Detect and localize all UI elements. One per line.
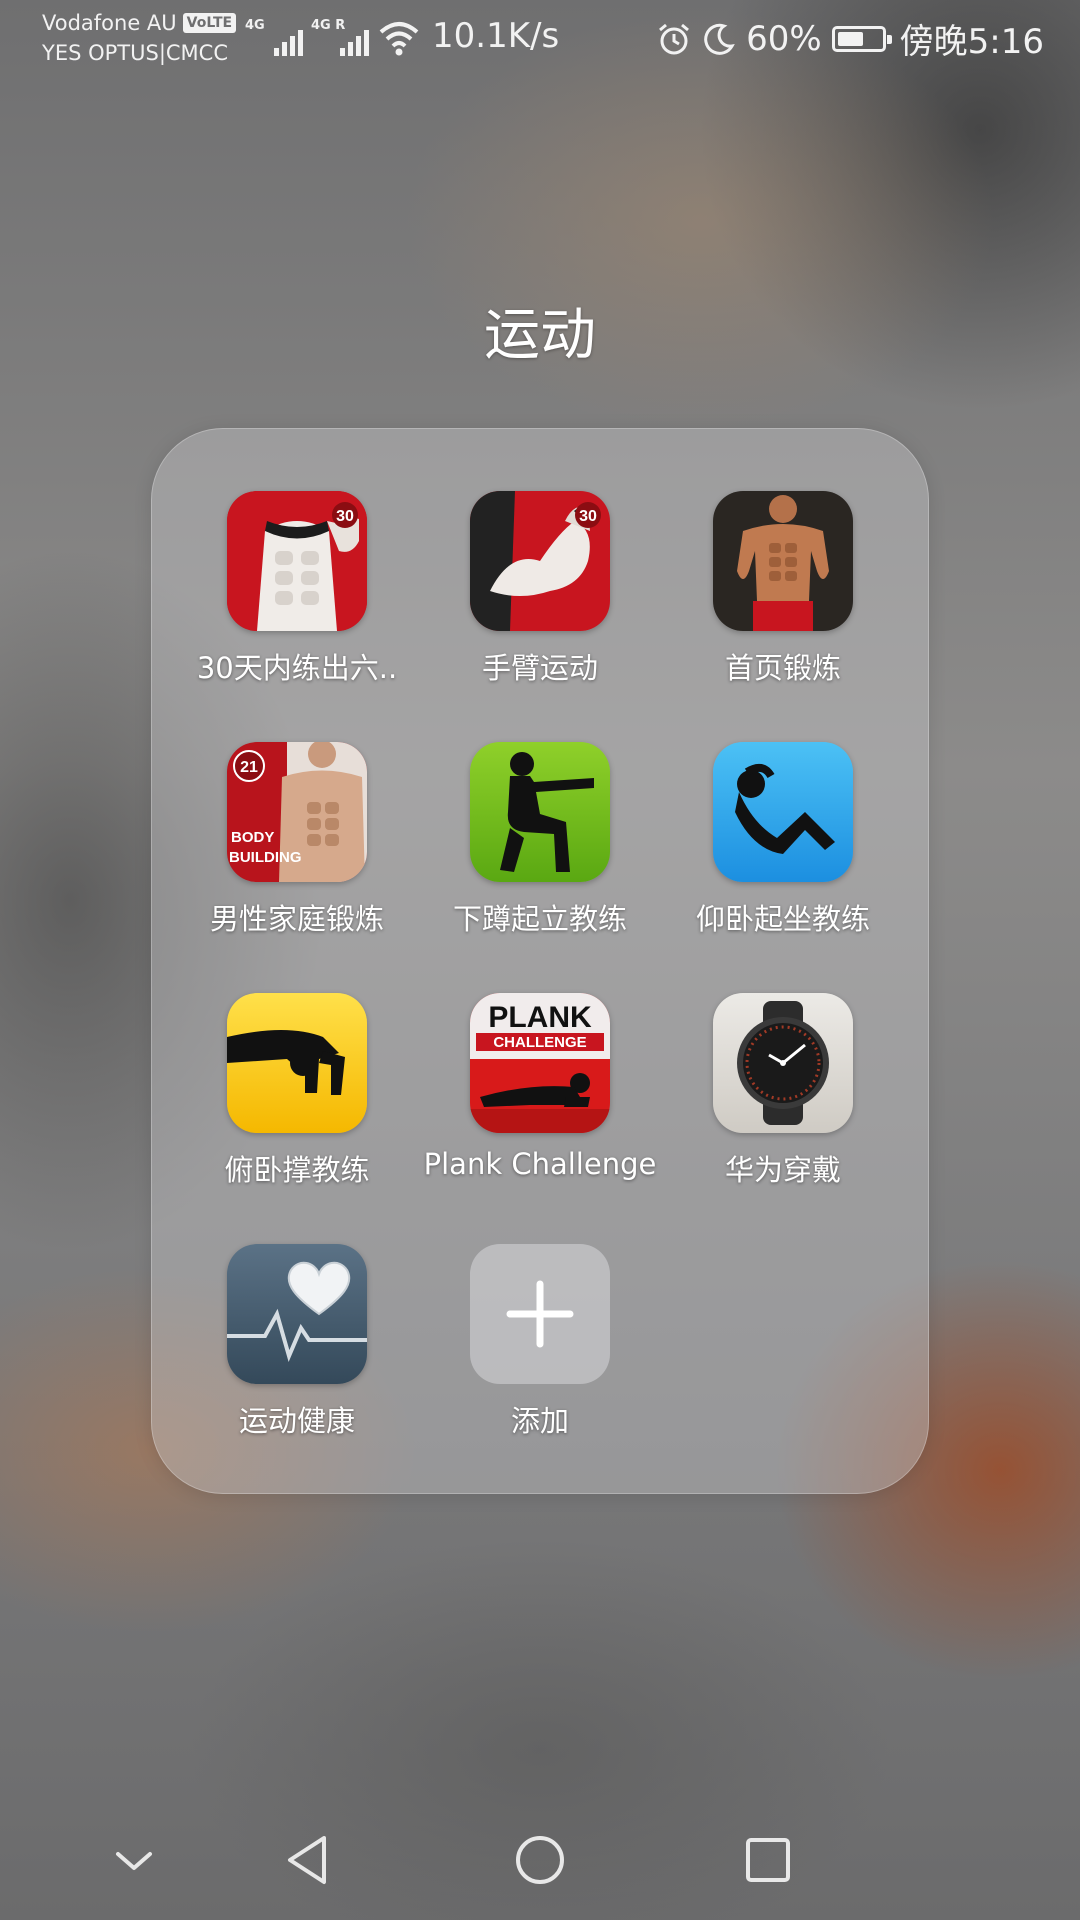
plank-challenge-icon: PLANK CHALLENGE (470, 993, 610, 1133)
moon-icon (704, 23, 735, 55)
health-heart-icon (227, 1244, 367, 1384)
app-health[interactable]: 运动健康 (176, 1244, 419, 1449)
app-arm-workout[interactable]: 30 手臂运动 (419, 491, 662, 696)
badge-30-text: 30 (579, 508, 597, 525)
app-folder: 30 30天内练出六.. 30 手臂运动 首页锻炼 21 BODY BUILDI… (151, 428, 929, 1494)
navigation-bar (0, 1800, 1080, 1920)
body-building-label: BODY (231, 829, 274, 846)
body-building-label: BUILDING (229, 849, 302, 866)
body-building-icon: 21 BODY BUILDING (227, 742, 367, 882)
hide-keys-chevron-icon[interactable] (102, 1828, 166, 1892)
app-label: 华为穿戴 (724, 1153, 841, 1187)
app-squat-coach[interactable]: 下蹲起立教练 (419, 742, 662, 947)
recents-square-icon[interactable] (736, 1828, 800, 1892)
plank-title-text: PLANK (488, 1001, 592, 1034)
plus-icon (470, 1244, 610, 1384)
signal-icon: 4G (245, 18, 303, 58)
signal-indicators: 4G 4G R (245, 14, 421, 58)
app-label: 男性家庭锻炼 (209, 902, 384, 936)
battery-fill (837, 31, 863, 46)
app-label: 下蹲起立教练 (452, 902, 627, 936)
plank-subtitle-text: CHALLENGE (493, 1034, 586, 1051)
app-plank-challenge[interactable]: PLANK CHALLENGE Plank Challenge (419, 993, 662, 1198)
app-label: Plank Challenge (423, 1147, 657, 1181)
battery-percent: 60% (746, 18, 822, 59)
huawei-wear-icon (713, 993, 853, 1133)
carrier-info: Vodafone AU VoLTE YES OPTUS|CMCC (42, 8, 237, 68)
back-triangle-icon[interactable] (276, 1828, 340, 1892)
signal-icon: 4G R (311, 18, 369, 58)
battery-icon (831, 25, 892, 52)
app-situp-coach[interactable]: 仰卧起坐教练 (662, 742, 905, 947)
six-pack-30-day-icon: 30 (227, 491, 367, 631)
add-app-button[interactable]: 添加 (419, 1244, 662, 1449)
app-pushup-coach[interactable]: 俯卧撑教练 (176, 993, 419, 1198)
folder-title[interactable]: 运动 (0, 290, 1080, 371)
home-workout-icon (713, 491, 853, 631)
carrier-name-2: YES OPTUS|CMCC (42, 41, 229, 65)
clock: 傍晚5:16 (899, 22, 1044, 62)
app-label: 仰卧起坐教练 (695, 902, 870, 936)
home-circle-icon[interactable] (508, 1828, 572, 1892)
app-huawei-wear[interactable]: 华为穿戴 (662, 993, 905, 1198)
volte-badge: VoLTE (182, 13, 237, 33)
app-grid: 30 30天内练出六.. 30 手臂运动 首页锻炼 21 BODY BUILDI… (152, 491, 928, 1449)
app-label: 首页锻炼 (724, 651, 841, 685)
network-speed: 10.1K/s (432, 16, 560, 56)
alarm-icon (659, 23, 690, 54)
app-body-building[interactable]: 21 BODY BUILDING 男性家庭锻炼 (176, 742, 419, 947)
wifi-icon (379, 22, 419, 56)
app-home-workout[interactable]: 首页锻炼 (662, 491, 905, 696)
arm-workout-icon: 30 (470, 491, 610, 631)
app-label: 运动健康 (238, 1404, 355, 1438)
squat-coach-icon (470, 742, 610, 882)
app-label: 俯卧撑教练 (224, 1153, 370, 1187)
status-right-group: 60% 傍晚5:16 (656, 14, 1044, 63)
app-label: 手臂运动 (481, 651, 598, 685)
app-label: 30天内练出六.. (196, 651, 398, 685)
app-six-pack-30-day[interactable]: 30 30天内练出六.. (176, 491, 419, 696)
badge-30-text: 30 (336, 508, 354, 525)
app-label: 添加 (510, 1404, 569, 1438)
pushup-coach-icon (227, 993, 367, 1133)
status-bar: Vodafone AU VoLTE YES OPTUS|CMCC 4G 4G R… (0, 0, 1080, 80)
network-type-label: 4G (245, 18, 265, 33)
carrier-name-1: Vodafone AU (42, 11, 177, 35)
situp-coach-icon (713, 742, 853, 882)
badge-21-text: 21 (240, 759, 258, 776)
